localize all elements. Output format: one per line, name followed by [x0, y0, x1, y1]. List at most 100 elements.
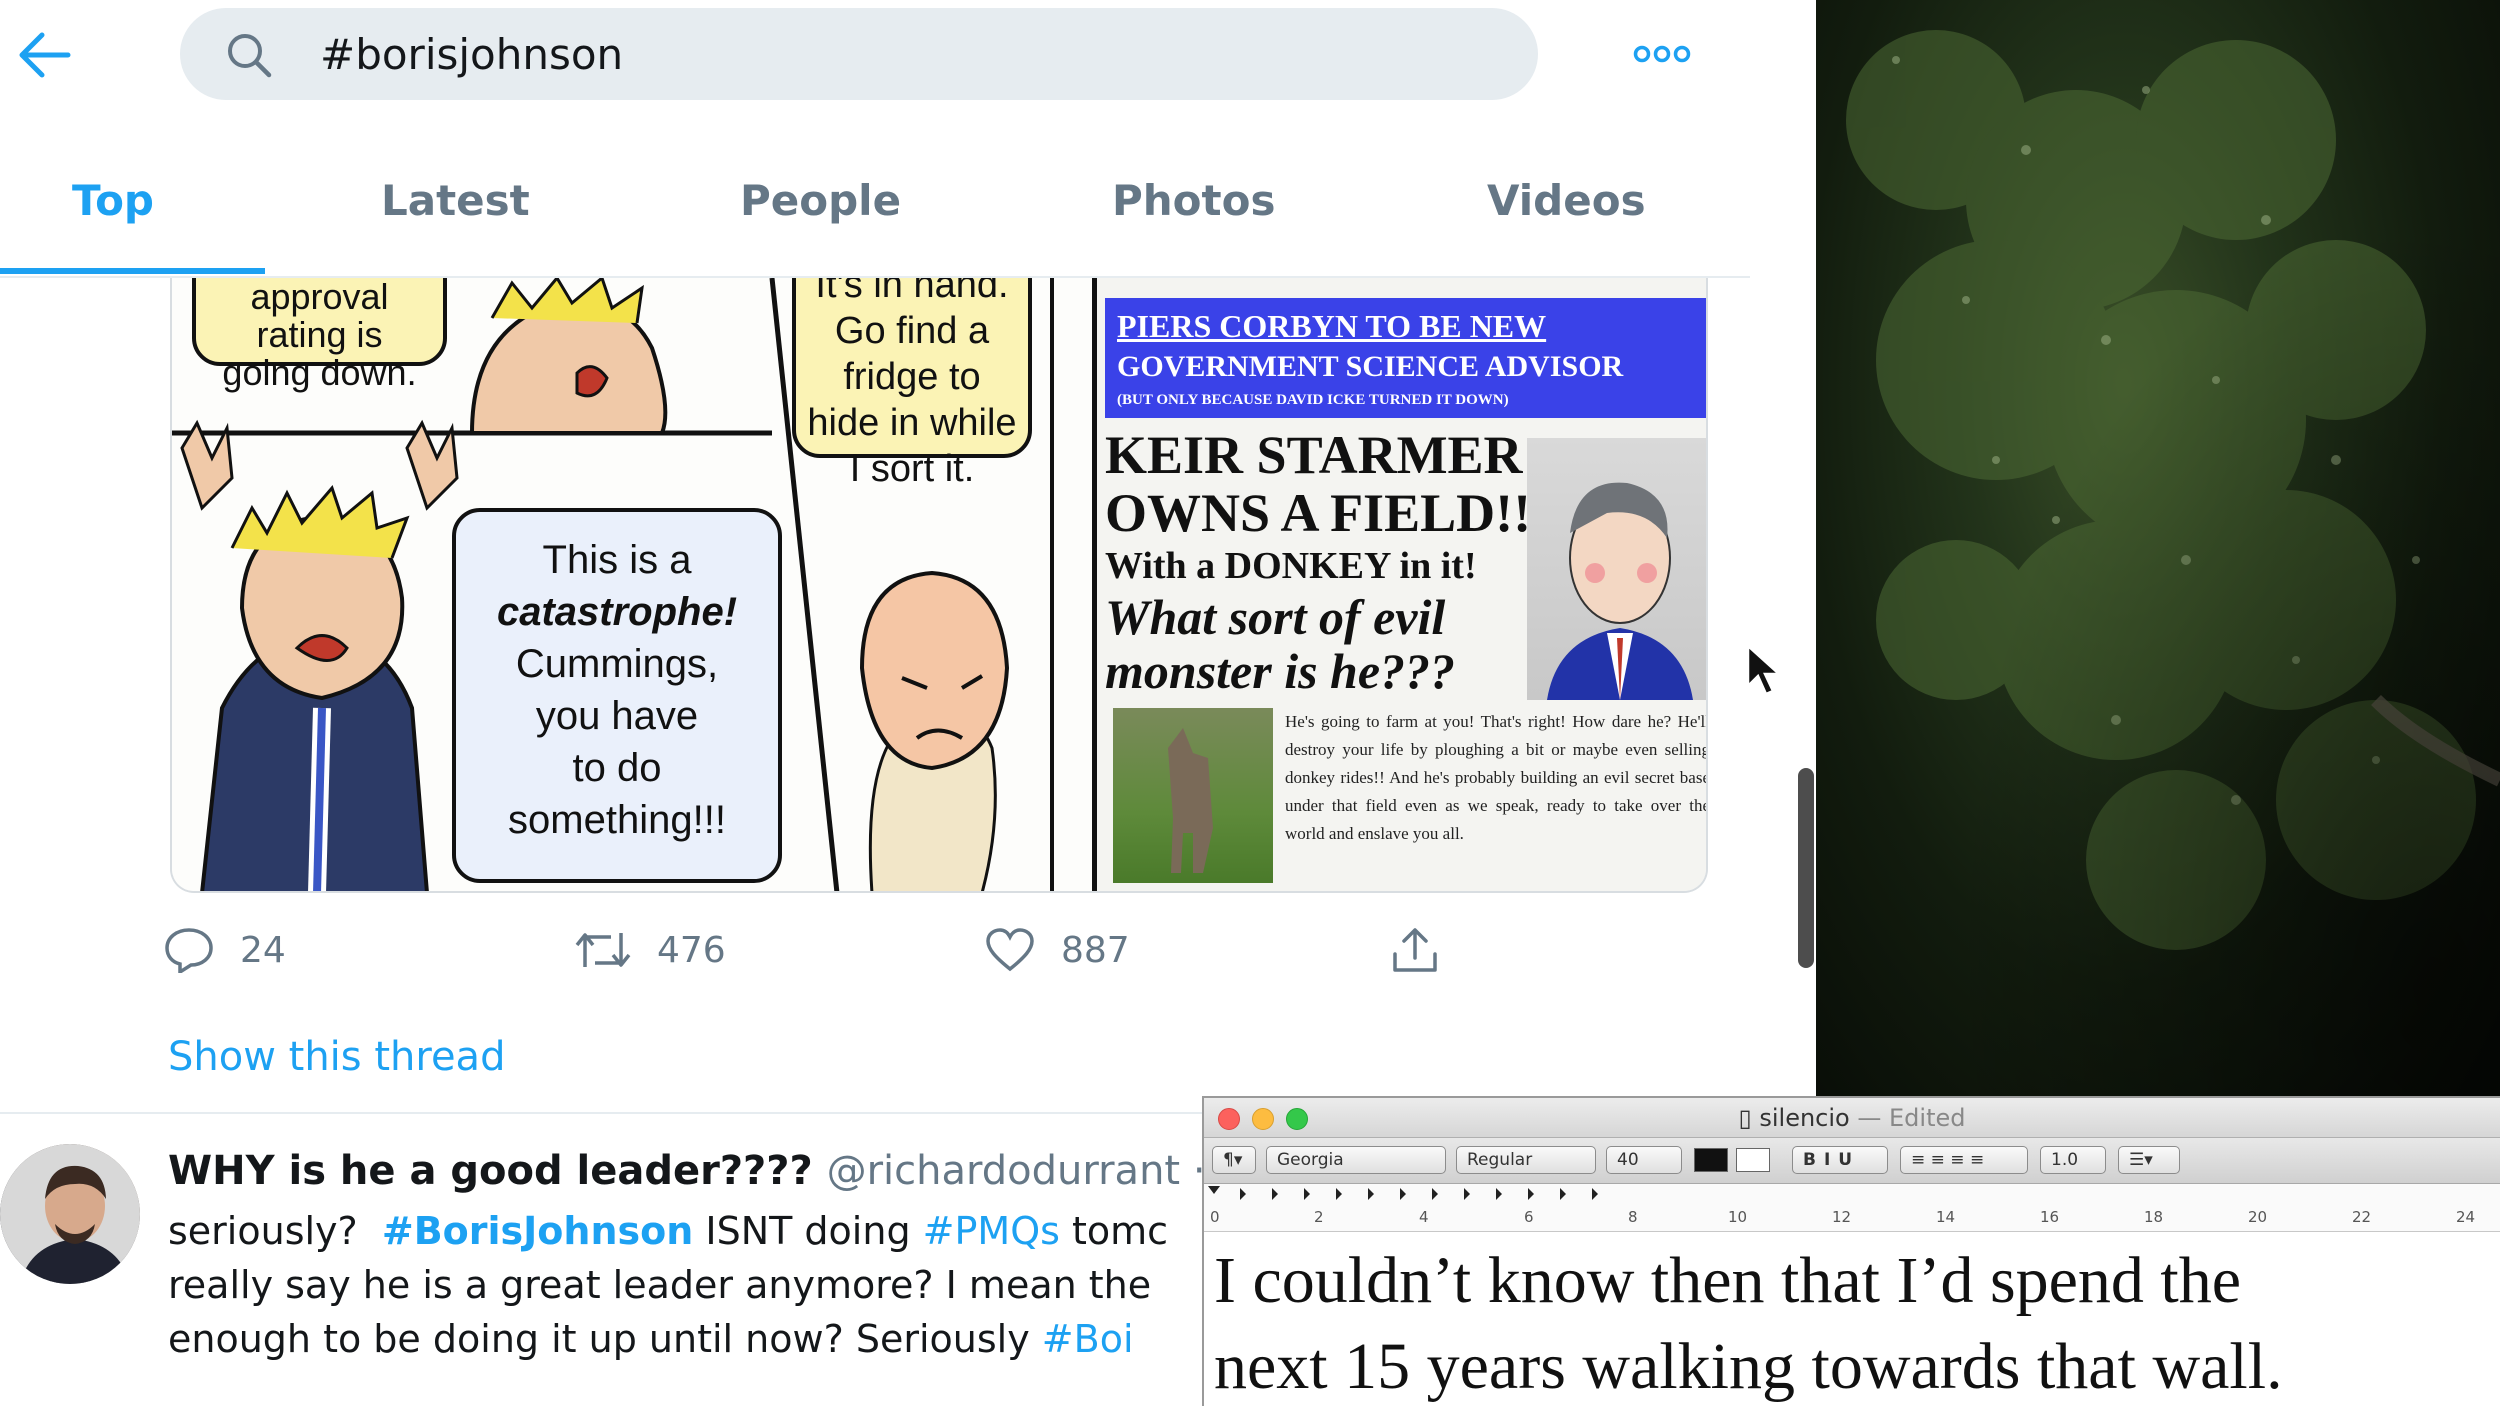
ruler-label: 24	[2456, 1208, 2476, 1226]
more-options-icon[interactable]	[1630, 36, 1694, 72]
screen: #borisjohnson Top Latest People Photos V…	[0, 0, 2500, 1406]
ruler[interactable]: 0 2 4 6 8 10 12 14 16 18 20 22 24	[1204, 1184, 2500, 1232]
font-family-select[interactable]: Georgia	[1266, 1146, 1446, 1174]
tab-videos[interactable]: Videos	[1487, 176, 1646, 226]
ruler-label: 10	[1728, 1208, 1748, 1226]
like-button[interactable]: 887	[985, 920, 1130, 980]
donkey-photo	[1113, 708, 1273, 883]
speech-bubble-in-hand: It's in hand. Go find a fridge to hide i…	[792, 278, 1032, 490]
heart-icon	[986, 928, 1034, 972]
headline-line: monster is he???	[1105, 643, 1456, 699]
show-thread-link[interactable]: Show this thread	[168, 1032, 505, 1082]
newspaper-banner: PIERS CORBYN TO BE NEW GOVERNMENT SCIENC…	[1105, 298, 1706, 418]
retweet-icon	[575, 933, 631, 967]
font-style-select[interactable]: Regular	[1456, 1146, 1596, 1174]
hashtag-link[interactable]: #Boi	[1042, 1317, 1134, 1361]
paragraph-style-menu[interactable]: ¶▾	[1212, 1146, 1256, 1174]
tweet-image[interactable]: approval rating is going down. It's in h…	[170, 278, 1708, 893]
search-header: #borisjohnson	[0, 0, 1750, 108]
headline-line: What sort of evil	[1105, 589, 1446, 645]
search-tabs: Top Latest People Photos Videos	[0, 110, 1750, 278]
newspaper-article-text: He's going to farm at you! That's right!…	[1285, 712, 1708, 843]
share-button[interactable]	[1390, 920, 1440, 980]
bubble-line: approval	[250, 278, 389, 317]
search-input[interactable]: #borisjohnson	[180, 8, 1538, 100]
tab-photos[interactable]: Photos	[1112, 176, 1275, 226]
tab-latest[interactable]: Latest	[381, 176, 530, 226]
document-name: silencio	[1759, 1104, 1850, 1132]
search-query[interactable]: #borisjohnson	[320, 30, 623, 80]
alignment-buttons[interactable]: ≡ ≡ ≡ ≡	[1900, 1146, 2028, 1174]
reply-icon	[165, 928, 213, 973]
speech-bubble-approval: approval rating is going down.	[192, 278, 447, 392]
format-toolbar: ¶▾ Georgia Regular 40 BIU ≡ ≡ ≡ ≡ 1.0 ☰▾	[1204, 1138, 2500, 1184]
ruler-label: 16	[2040, 1208, 2060, 1226]
text-run: tomc	[1072, 1209, 1169, 1253]
window-title: ▯ silencio — Edited	[1204, 1104, 2500, 1132]
newspaper-panel: PIERS CORBYN TO BE NEW GOVERNMENT SCIENC…	[1092, 278, 1708, 891]
text-color-well[interactable]	[1694, 1148, 1728, 1172]
newspaper-headline: KEIR STARMER OWNS A FIELD!! With a DONKE…	[1105, 425, 1532, 699]
share-icon	[1393, 928, 1437, 972]
video-vignette	[1816, 0, 2500, 1096]
bubble-line: Cummings,	[515, 642, 719, 686]
display-name[interactable]: WHY is he a good leader????	[168, 1148, 813, 1194]
video-frame-tree	[1816, 0, 2500, 1096]
reply-count: 24	[240, 929, 286, 971]
document-icon: ▯	[1738, 1104, 1752, 1132]
document-line: next 15 years walking towards that wall.	[1214, 1330, 2283, 1403]
bubble-line: Go find a	[834, 310, 990, 352]
active-tab-indicator	[0, 268, 265, 274]
line-spacing-select[interactable]: 1.0	[2040, 1146, 2106, 1174]
font-size-select[interactable]: 40	[1606, 1146, 1682, 1174]
back-arrow-icon[interactable]	[18, 30, 72, 80]
text-run: ISNT doing	[705, 1209, 911, 1253]
bubble-line: fridge to	[843, 356, 981, 398]
banner-line: GOVERNMENT SCIENCE ADVISOR	[1117, 350, 1624, 383]
ruler-label: 20	[2248, 1208, 2268, 1226]
bubble-line: I sort it.	[849, 448, 975, 490]
reply-button[interactable]: 24	[164, 920, 286, 980]
scrollbar-thumb[interactable]	[1798, 768, 1814, 968]
search-icon	[224, 30, 274, 80]
tab-top[interactable]: Top	[72, 176, 154, 226]
document-line: I couldn’t know then that I’d spend the	[1214, 1244, 2242, 1317]
tab-people[interactable]: People	[740, 176, 901, 226]
bubble-line: rating is	[256, 314, 383, 355]
user-handle[interactable]: @richardodurrant ·	[827, 1148, 1206, 1194]
bubble-line: catastrophe!	[496, 590, 738, 634]
retweet-button[interactable]: 476	[575, 920, 726, 980]
starmer-caricature	[1527, 438, 1706, 700]
bubble-line: to do	[572, 746, 662, 790]
hashtag-link[interactable]: #BorisJohnson	[382, 1209, 693, 1253]
bold-italic-underline-buttons[interactable]: BIU	[1792, 1146, 1888, 1174]
headline-line: OWNS A FIELD!!	[1105, 483, 1532, 543]
mouse-pointer-icon	[1746, 643, 1783, 698]
textedit-window: ▯ silencio — Edited ¶▾ Georgia Regular 4…	[1202, 1096, 2500, 1406]
banner-line: PIERS CORBYN TO BE NEW	[1117, 308, 1547, 344]
bubble-line: It's in hand.	[815, 278, 1009, 306]
ruler-label: 22	[2352, 1208, 2372, 1226]
banner-line: (BUT ONLY BECAUSE DAVID ICKE TURNED IT D…	[1117, 392, 1509, 408]
text-run: seriously?	[168, 1209, 358, 1253]
tweet-author: WHY is he a good leader???? @richardodur…	[168, 1144, 1206, 1198]
retweet-count: 476	[657, 929, 726, 971]
hashtag-link[interactable]: #PMQs	[923, 1209, 1060, 1253]
ruler-label: 14	[1936, 1208, 1956, 1226]
avatar[interactable]	[0, 1144, 140, 1284]
speech-bubble-catastrophe: This is a catastrophe! Cummings, you hav…	[452, 508, 782, 883]
like-count: 887	[1061, 929, 1130, 971]
document-text-area[interactable]: I couldn’t know then that I’d spend the …	[1214, 1238, 2500, 1406]
edited-status: — Edited	[1857, 1104, 1966, 1132]
highlight-color-well[interactable]	[1736, 1148, 1770, 1172]
list-bullets-menu[interactable]: ☰▾	[2118, 1146, 2180, 1174]
window-titlebar: ▯ silencio — Edited	[1204, 1098, 2500, 1138]
bubble-line: This is a	[542, 538, 692, 582]
bubble-line: you have	[535, 694, 699, 738]
ruler-label: 6	[1524, 1208, 1534, 1226]
ruler-label: 2	[1314, 1208, 1324, 1226]
tab-stops	[1208, 1186, 1598, 1200]
ruler-label: 4	[1419, 1208, 1429, 1226]
bubble-line: going down.	[222, 352, 417, 393]
headline-line: KEIR STARMER	[1105, 425, 1523, 485]
